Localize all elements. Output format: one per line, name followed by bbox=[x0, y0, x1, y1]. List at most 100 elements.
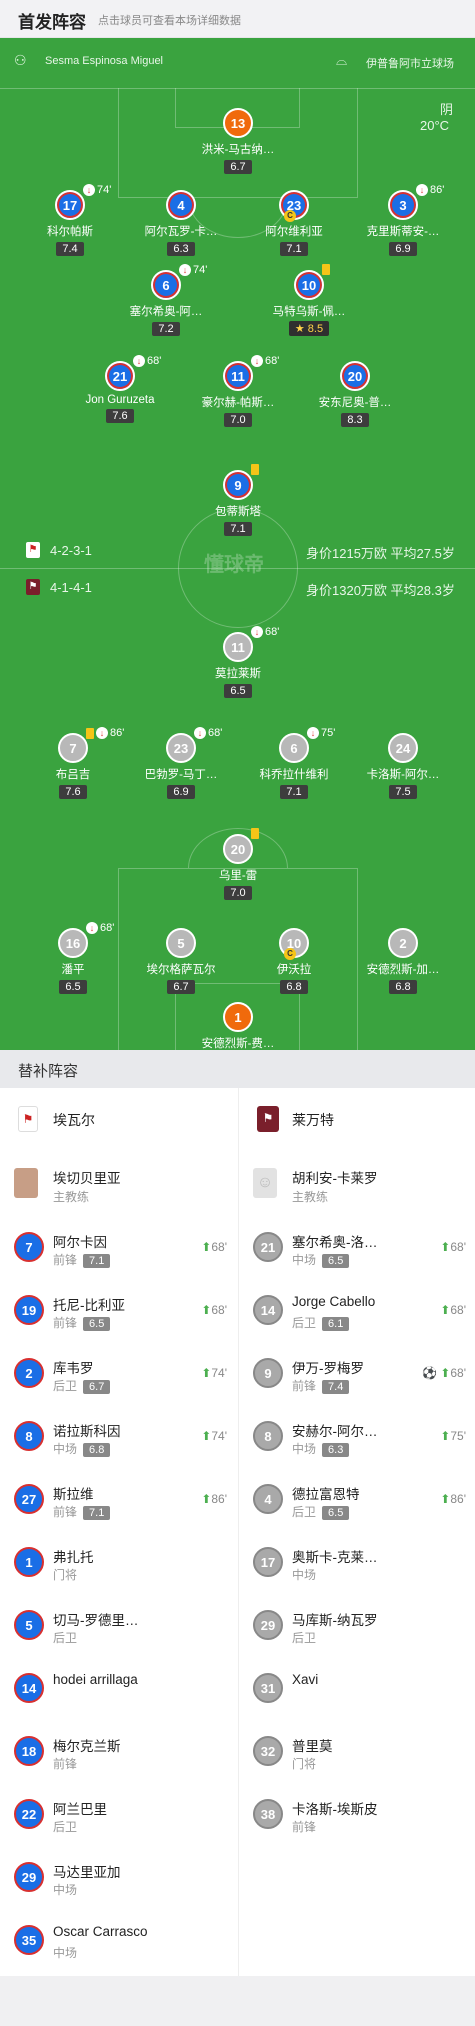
sub-player-row[interactable]: 19 托尼-比利亚 前锋 6.5 ⬆68' bbox=[0, 1279, 237, 1342]
player-number: 6 bbox=[151, 270, 181, 300]
home-player[interactable]: 20 安东尼奥-普… 8.3 bbox=[300, 361, 410, 428]
player-name: 安德烈斯-加… bbox=[366, 964, 440, 976]
sub-number: 31 bbox=[253, 1673, 283, 1703]
player-number: 10 bbox=[294, 270, 324, 300]
sub-number: 29 bbox=[14, 1862, 44, 1892]
home-player[interactable]: 10 马特乌斯-佩… ★ 8.5 bbox=[254, 264, 364, 337]
sub-position: 中场 bbox=[53, 1946, 78, 1960]
away-value: 身价1320万欧 平均28.3岁 bbox=[306, 583, 455, 598]
sub-rating: 6.3 bbox=[322, 1443, 350, 1457]
player-rating: 6.7 bbox=[167, 980, 195, 994]
away-coach-avatar-icon: ☺ bbox=[253, 1168, 277, 1198]
sub-player-row[interactable]: 18 梅尔克兰斯 前锋 bbox=[0, 1720, 237, 1783]
sub-in-time: ⬆68' bbox=[201, 1303, 227, 1317]
away-player[interactable]: 24 卡洛斯-阿尔… 7.5 bbox=[348, 733, 458, 800]
away-player[interactable]: 20 乌里-雷 7.0 bbox=[183, 828, 293, 901]
player-events: ↓ 74' bbox=[179, 264, 207, 276]
sub-position: 中场 6.5 bbox=[292, 1251, 350, 1268]
sub-player-row[interactable]: 27 斯拉维 前锋 7.1 ⬆86' bbox=[0, 1468, 237, 1531]
sub-player-row[interactable]: 38 卡洛斯-埃斯皮 前锋 bbox=[239, 1783, 475, 1846]
sub-player-row[interactable]: 9 伊万-罗梅罗 前锋 7.4 ⚽ ⬆68' bbox=[239, 1342, 475, 1405]
sub-player-row[interactable]: 8 诺拉斯科因 中场 6.8 ⬆74' bbox=[0, 1405, 237, 1468]
sub-position: 后卫 bbox=[53, 1820, 78, 1834]
home-player[interactable]: 13 洪米-马古纳… 6.7 bbox=[183, 108, 293, 175]
sub-number: 27 bbox=[14, 1484, 44, 1514]
home-player[interactable]: 11 ↓ 68' 豪尔赫-帕斯… 7.0 bbox=[183, 355, 293, 428]
away-player[interactable]: 10 C 伊沃拉 6.8 bbox=[239, 928, 349, 995]
sub-rating: 7.4 bbox=[322, 1380, 350, 1394]
sub-position: 门将 bbox=[53, 1568, 78, 1582]
sub-out-icon: ↓ bbox=[133, 355, 145, 367]
home-player[interactable]: 21 ↓ 68' Jon Guruzeta 7.6 bbox=[65, 355, 175, 424]
player-name: 安德烈斯-费… bbox=[201, 1038, 275, 1050]
sub-player-row[interactable]: 35 Oscar Carrasco 中场 bbox=[0, 1909, 237, 1972]
player-name: 科尔帕斯 bbox=[47, 226, 93, 238]
player-name: 洪米-马古纳… bbox=[201, 144, 275, 156]
away-player[interactable]: 6 ↓ 75' 科乔拉什维利 7.1 bbox=[239, 727, 349, 800]
sub-player-row[interactable]: 4 德拉富恩特 后卫 6.5 ⬆86' bbox=[239, 1468, 475, 1531]
player-number: 11 bbox=[223, 361, 253, 391]
player-events bbox=[251, 828, 259, 839]
home-value: 身价1215万欧 平均27.5岁 bbox=[306, 546, 455, 561]
player-number: 3 bbox=[388, 190, 418, 220]
player-name: 潘平 bbox=[61, 964, 85, 976]
sub-player-row[interactable]: 31 Xavi bbox=[239, 1657, 475, 1720]
sub-out-icon: ↓ bbox=[307, 727, 319, 739]
home-coach[interactable]: 埃切贝里亚 主教练 bbox=[0, 1152, 237, 1215]
sub-position: 前锋 bbox=[292, 1820, 317, 1834]
home-team-row[interactable]: ⚑ 埃瓦尔 bbox=[0, 1088, 237, 1152]
sub-player-row[interactable]: 14 hodei arrillaga bbox=[0, 1657, 237, 1720]
player-rating: 6.7 bbox=[224, 160, 252, 174]
home-player[interactable]: 4 阿尔瓦罗-卡… 6.3 bbox=[126, 190, 236, 257]
sub-player-row[interactable]: 29 马库斯-纳瓦罗 后卫 bbox=[239, 1594, 475, 1657]
sub-name: 弗扎托 bbox=[53, 1550, 94, 1565]
away-player[interactable]: 7 ↓ 86' 布吕吉 7.6 bbox=[18, 727, 128, 800]
away-player[interactable]: 23 ↓ 68' 巴勃罗-马丁… 6.9 bbox=[126, 727, 236, 800]
page-subtitle: 点击球员可查看本场详细数据 bbox=[98, 15, 241, 27]
player-number: 13 bbox=[223, 108, 253, 138]
pitch: ⚇ Sesma Espinosa Miguel ⌓ 伊普鲁阿市立球场 阴 20°… bbox=[0, 38, 475, 1050]
sub-player-row[interactable]: 2 库韦罗 后卫 6.7 ⬆74' bbox=[0, 1342, 237, 1405]
away-player[interactable]: 1安德烈斯-费…8.0 bbox=[183, 1002, 293, 1050]
sub-player-row[interactable]: 7 阿尔卡因 前锋 7.1 ⬆68' bbox=[0, 1216, 237, 1279]
away-player[interactable]: 16 ↓ 68' 潘平 6.5 bbox=[18, 922, 128, 995]
sub-player-row[interactable]: 17 奥斯卡-克莱… 中场 bbox=[239, 1531, 475, 1594]
sub-name: 塞尔希奥-洛… bbox=[292, 1235, 378, 1250]
home-coach-avatar bbox=[14, 1168, 38, 1198]
home-player[interactable]: 9 包蒂斯塔 7.1 bbox=[183, 464, 293, 537]
sub-position: 前锋 7.1 bbox=[53, 1503, 111, 1520]
sub-player-row[interactable]: 1 弗扎托 门将 bbox=[0, 1531, 237, 1594]
sub-player-row[interactable]: 21 塞尔希奥-洛… 中场 6.5 ⬆68' bbox=[239, 1216, 475, 1279]
sub-position: 门将 bbox=[292, 1757, 317, 1771]
sub-out-icon: ↓ bbox=[83, 184, 95, 196]
sub-player-row[interactable]: 32 普里莫 门将 bbox=[239, 1720, 475, 1783]
sub-player-row[interactable]: 14 Jorge Cabello 后卫 6.1 ⬆68' bbox=[239, 1279, 475, 1342]
sub-position: 后卫 6.7 bbox=[53, 1377, 111, 1394]
home-player[interactable]: 23 C 阿尔维利亚 7.1 bbox=[239, 190, 349, 257]
away-player[interactable]: 5 埃尔格萨瓦尔 6.7 bbox=[126, 928, 236, 995]
away-player[interactable]: 2 安德烈斯-加… 6.8 bbox=[348, 928, 458, 995]
home-player[interactable]: 6 ↓ 74' 塞尔希奥-阿… 7.2 bbox=[111, 264, 221, 337]
yellow-card-icon bbox=[322, 264, 330, 275]
sub-number: 22 bbox=[14, 1799, 44, 1829]
sub-player-row[interactable]: 22 阿兰巴里 后卫 bbox=[0, 1783, 237, 1846]
sub-player-row[interactable]: 29 马达里亚加 中场 bbox=[0, 1846, 237, 1909]
away-team-crest-icon: ⚑ bbox=[257, 1106, 279, 1132]
home-player[interactable]: 17 ↓ 74' 科尔帕斯 7.4 bbox=[15, 184, 125, 257]
away-team-name: 莱万特 bbox=[292, 1112, 334, 1128]
sub-name: Jorge Cabello bbox=[292, 1294, 376, 1309]
away-team-row[interactable]: ⚑ 莱万特 bbox=[239, 1088, 475, 1152]
sub-time: 86' bbox=[110, 727, 125, 739]
player-rating: 7.1 bbox=[224, 522, 252, 536]
sub-player-row[interactable]: 5 切马-罗德里… 后卫 bbox=[0, 1594, 237, 1657]
sub-position: 前锋 6.5 bbox=[53, 1314, 111, 1331]
sub-name: 梅尔克兰斯 bbox=[53, 1739, 121, 1754]
home-subs-column: ⚑ 埃瓦尔 埃切贝里亚 主教练 7 阿尔卡因 前锋 7.1 ⬆68' 19 托尼-比利亚 前锋… bbox=[0, 1088, 237, 1976]
sub-in-time: ⬆86' bbox=[201, 1492, 227, 1506]
home-player[interactable]: 3 ↓ 86' 克里斯蒂安-… 6.9 bbox=[348, 184, 458, 257]
player-rating: ★ 8.5 bbox=[288, 321, 330, 336]
sub-player-row[interactable]: 8 安赫尔-阿尔… 中场 6.3 ⬆75' bbox=[239, 1405, 475, 1468]
player-name: 包蒂斯塔 bbox=[215, 506, 261, 518]
away-player[interactable]: 11 ↓ 68' 莫拉莱斯 6.5 bbox=[183, 626, 293, 699]
away-coach[interactable]: ☺ 胡利安-卡莱罗 主教练 bbox=[239, 1152, 475, 1215]
